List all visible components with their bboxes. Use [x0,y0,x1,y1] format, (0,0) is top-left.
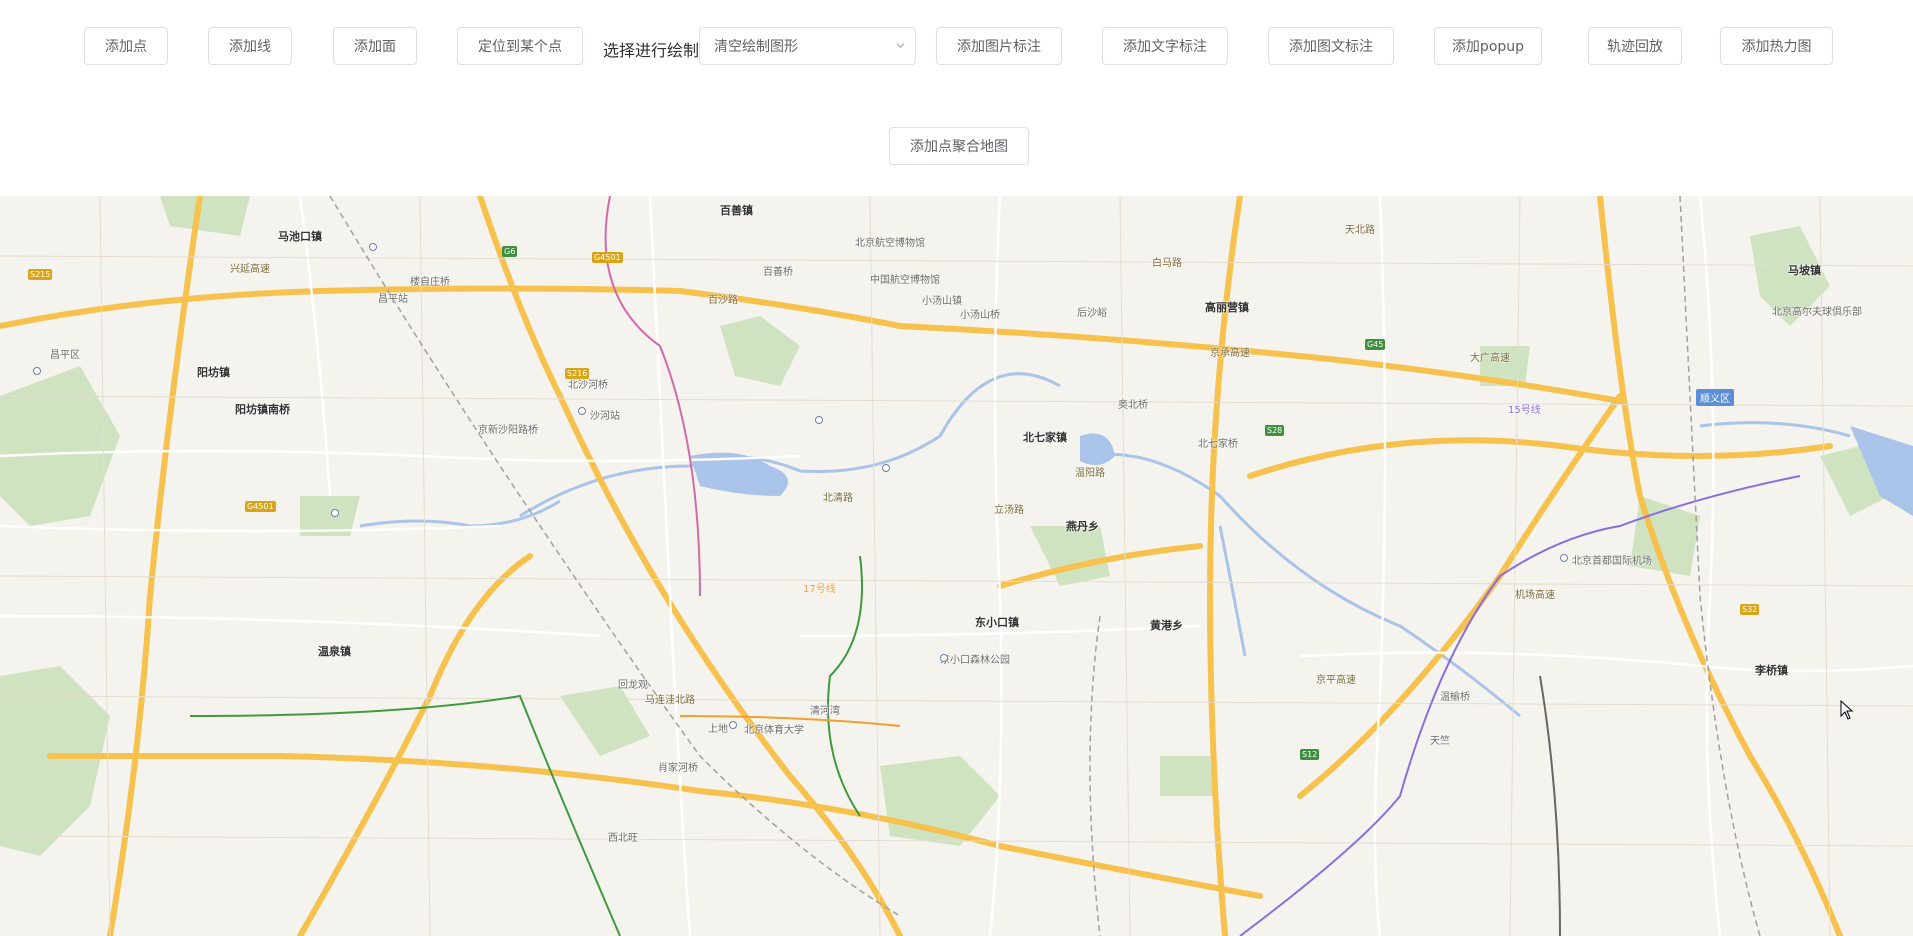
place-label: 回龙观 [618,680,648,691]
highway-shield: G45 [1365,339,1386,350]
poi-marker[interactable] [729,721,737,729]
road-label: 马连洼北路 [645,695,695,706]
poi-marker[interactable] [815,416,823,424]
place-label: 京新沙阳路桥 [478,425,538,436]
town-label: 温泉镇 [318,645,351,658]
place-label: 北京首都国际机场 [1572,556,1652,567]
place-label: 小汤山镇 [922,296,962,307]
track-playback-button[interactable]: 轨迹回放 [1588,27,1682,65]
place-label: 中国航空博物馆 [870,275,940,286]
add-popup-button[interactable]: 添加popup [1434,27,1542,65]
poi-marker[interactable] [578,407,586,415]
highway-shield: S215 [28,269,53,280]
road-label: 机场高速 [1515,590,1555,601]
add-point-button[interactable]: 添加点 [84,27,168,65]
place-label: 昌平区 [50,350,80,361]
place-label: 百善桥 [763,267,793,278]
chevron-down-icon [896,43,905,49]
poi-marker[interactable] [1560,554,1568,562]
locate-point-button[interactable]: 定位到某个点 [457,27,583,65]
highway-shield: S28 [1265,425,1285,436]
place-label: 小汤山桥 [960,310,1000,321]
town-label: 李桥镇 [1755,664,1788,677]
add-heatmap-button[interactable]: 添加热力图 [1720,27,1833,65]
place-label: 西北旺 [608,833,638,844]
town-label: 百善镇 [720,204,753,217]
town-label: 马池口镇 [278,230,322,243]
place-label: 奥北桥 [1118,400,1148,411]
place-label: 北京航空博物馆 [855,238,925,249]
town-label: 燕丹乡 [1066,520,1099,533]
add-image-text-marker-button[interactable]: 添加图文标注 [1268,27,1394,65]
road-label: 立汤路 [994,505,1024,516]
add-polygon-button[interactable]: 添加面 [333,27,417,65]
draw-select-value: 清空绘制图形 [714,39,798,55]
road-label: 温阳路 [1075,468,1105,479]
add-image-marker-button[interactable]: 添加图片标注 [936,27,1062,65]
add-cluster-map-button[interactable]: 添加点聚合地图 [889,127,1029,165]
road-label: 京承高速 [1210,348,1250,359]
town-label: 北七家镇 [1023,431,1067,444]
poi-marker[interactable] [369,243,377,251]
place-label: 北京高尔夫球俱乐部 [1772,307,1862,318]
highway-shield: G4501 [592,252,623,263]
poi-marker[interactable] [882,464,890,472]
place-label: 后沙峪 [1077,308,1107,319]
map-canvas[interactable]: G6 G4501 G45 S32 S12 G4501 S28 S215 S216… [0,196,1913,936]
subway-label: 17号线 [803,584,836,595]
road-label: 北清路 [823,493,853,504]
place-label: 沙河站 [590,411,620,422]
town-label: 黄港乡 [1150,619,1183,632]
place-label: 东小口森林公园 [940,655,1010,666]
highway-shield: G6 [502,246,518,257]
place-label: 北七家桥 [1198,439,1238,450]
add-text-marker-button[interactable]: 添加文字标注 [1102,27,1228,65]
road-label: 兴延高速 [230,264,270,275]
draw-select[interactable]: 清空绘制图形 [699,27,916,65]
place-label: 天竺 [1430,736,1450,747]
town-label: 东小口镇 [975,616,1019,629]
road-label: 京平高速 [1316,675,1356,686]
road-label: 天北路 [1345,225,1375,236]
highway-shield: S12 [1300,749,1320,760]
place-label: 北京体育大学 [744,725,804,736]
poi-marker[interactable] [940,654,948,662]
poi-marker[interactable] [331,509,339,517]
place-label: 清河湾 [810,706,840,717]
place-label: 北沙河桥 [568,380,608,391]
add-line-button[interactable]: 添加线 [208,27,292,65]
subway-label: 15号线 [1508,405,1541,416]
town-label: 高丽营镇 [1205,301,1249,314]
road-label: 大广高速 [1470,353,1510,364]
road-label: 白马路 [1152,258,1182,269]
place-label: 上地 [708,724,728,735]
place-label: 楼自庄桥 [410,277,450,288]
place-label: 昌平站 [378,294,408,305]
poi-marker[interactable] [33,367,41,375]
place-label: 肖家河桥 [658,763,698,774]
town-label: 阳坊镇 [197,366,230,379]
place-label: 温榆桥 [1440,692,1470,703]
mouse-pointer-icon [1840,700,1854,720]
town-label: 阳坊镇南桥 [235,403,290,416]
toolbar: 添加点 添加线 添加面 定位到某个点 选择进行绘制 清空绘制图形 添加图片标注 … [0,0,1913,196]
draw-label: 选择进行绘制 [603,41,700,60]
district-badge: 顺义区 [1696,389,1734,406]
highway-shield: S32 [1740,604,1760,615]
road-label: 百沙路 [708,295,738,306]
town-label: 马坡镇 [1788,264,1821,277]
highway-shield: G4501 [245,501,276,512]
